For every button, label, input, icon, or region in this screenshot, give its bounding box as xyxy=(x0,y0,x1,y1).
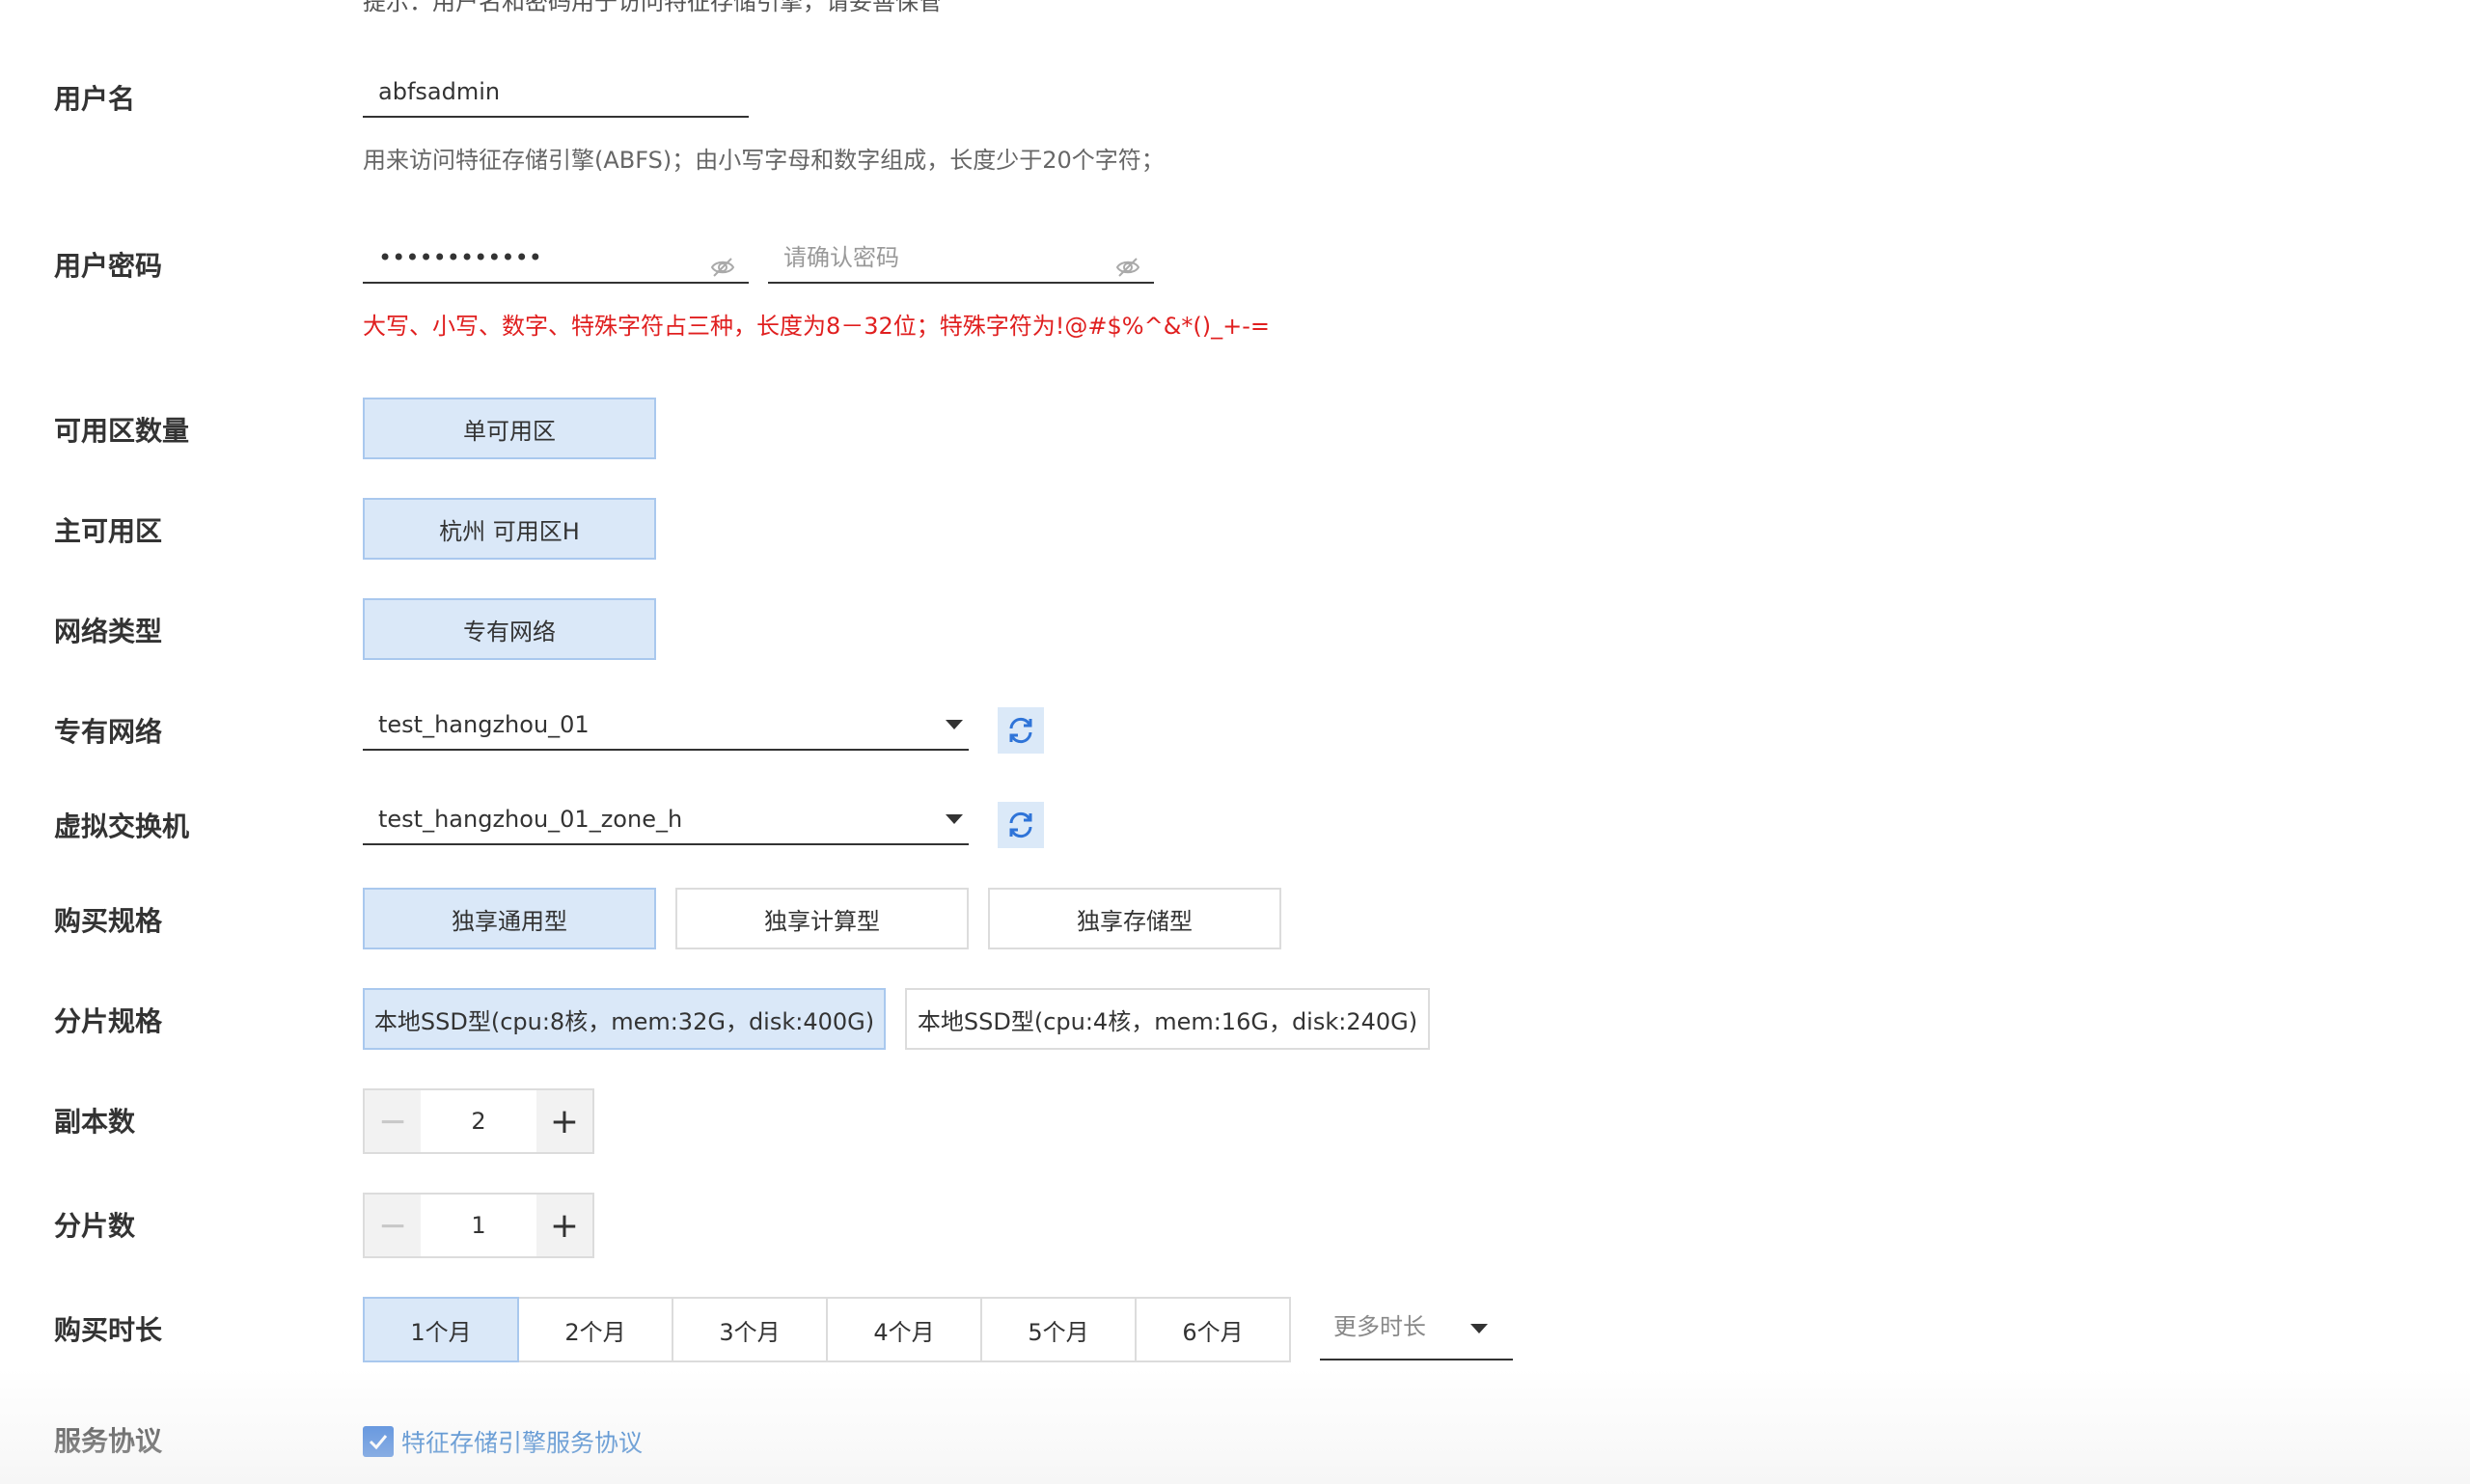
vpc-select[interactable]: test_hangzhou_01 xyxy=(363,701,969,751)
replicas-value[interactable]: 2 xyxy=(421,1090,536,1152)
shard-spec-label: 分片规格 xyxy=(54,1005,163,1037)
purchase-form: 提示：用户名和密码用于访问特征存储引擎，请妥善保管 用户名 abfsadmin … xyxy=(0,0,2470,1484)
duration-option-2[interactable]: 2个月 xyxy=(517,1297,673,1362)
vswitch-refresh-button[interactable] xyxy=(998,802,1044,848)
spec-option-compute[interactable]: 独享计算型 xyxy=(675,888,969,949)
zone-count-label: 可用区数量 xyxy=(54,415,190,447)
username-label: 用户名 xyxy=(54,83,136,115)
replicas-label: 副本数 xyxy=(54,1106,136,1138)
agreement-checkbox[interactable] xyxy=(363,1426,394,1457)
duration-label: 购买时长 xyxy=(54,1314,163,1346)
duration-options: 1个月 2个月 3个月 4个月 5个月 6个月 xyxy=(363,1297,1291,1362)
main-zone-label: 主可用区 xyxy=(54,515,163,547)
shards-value[interactable]: 1 xyxy=(421,1195,536,1256)
minus-button[interactable]: − xyxy=(365,1090,421,1152)
refresh-icon xyxy=(1009,717,1032,744)
duration-option-5[interactable]: 5个月 xyxy=(980,1297,1137,1362)
vpc-label: 专有网络 xyxy=(54,716,163,748)
main-zone-option[interactable]: 杭州 可用区H xyxy=(363,498,656,560)
agreement-row: 特征存储引擎服务协议 xyxy=(363,1424,643,1459)
duration-option-1[interactable]: 1个月 xyxy=(363,1297,519,1362)
more-duration-label: 更多时长 xyxy=(1333,1313,1426,1340)
vpc-value: test_hangzhou_01 xyxy=(378,711,590,738)
refresh-icon xyxy=(1009,811,1032,838)
spec-option-storage[interactable]: 独享存储型 xyxy=(988,888,1281,949)
password-input[interactable]: •••••••••••• xyxy=(363,234,749,284)
spec-label: 购买规格 xyxy=(54,905,163,937)
duration-option-3[interactable]: 3个月 xyxy=(672,1297,828,1362)
shard-spec-option-4c[interactable]: 本地SSD型(cpu:4核，mem:16G，disk:240G) xyxy=(905,988,1430,1050)
more-duration-select[interactable]: 更多时长 xyxy=(1320,1303,1513,1360)
network-type-option[interactable]: 专有网络 xyxy=(363,598,656,660)
chevron-down-icon xyxy=(946,720,963,729)
username-help: 用来访问特征存储引擎(ABFS)；由小写字母和数字组成，长度少于20个字符； xyxy=(363,147,1165,174)
vswitch-value: test_hangzhou_01_zone_h xyxy=(378,806,683,833)
chevron-down-icon xyxy=(1470,1324,1488,1333)
clipped-top-text: 提示：用户名和密码用于访问特征存储引擎，请妥善保管 xyxy=(363,0,942,15)
duration-option-6[interactable]: 6个月 xyxy=(1135,1297,1291,1362)
vswitch-select[interactable]: test_hangzhou_01_zone_h xyxy=(363,795,969,845)
vswitch-label: 虚拟交换机 xyxy=(54,811,190,842)
password-label: 用户密码 xyxy=(54,250,163,282)
eye-icon[interactable] xyxy=(1115,247,1140,277)
confirm-password-placeholder: 请确认密码 xyxy=(783,244,899,271)
shard-spec-option-8c[interactable]: 本地SSD型(cpu:8核，mem:32G，disk:400G) xyxy=(363,988,886,1050)
shards-stepper[interactable]: − 1 + xyxy=(363,1193,594,1258)
network-type-label: 网络类型 xyxy=(54,616,163,647)
plus-button[interactable]: + xyxy=(536,1090,592,1152)
plus-button[interactable]: + xyxy=(536,1195,592,1256)
password-rule-hint: 大写、小写、数字、特殊字符占三种，长度为8－32位；特殊字符为!@#$%^&*(… xyxy=(363,313,1271,340)
username-value: abfsadmin xyxy=(378,78,501,105)
password-value: •••••••••••• xyxy=(378,244,542,271)
shards-label: 分片数 xyxy=(54,1210,136,1242)
confirm-password-input[interactable]: 请确认密码 xyxy=(768,234,1154,284)
agreement-link[interactable]: 特征存储引擎服务协议 xyxy=(401,1424,643,1459)
zone-count-option[interactable]: 单可用区 xyxy=(363,398,656,459)
duration-option-4[interactable]: 4个月 xyxy=(826,1297,982,1362)
agreement-label: 服务协议 xyxy=(54,1425,163,1457)
eye-icon[interactable] xyxy=(710,247,735,277)
checkmark-icon xyxy=(369,1435,388,1450)
minus-button[interactable]: − xyxy=(365,1195,421,1256)
spec-option-general[interactable]: 独享通用型 xyxy=(363,888,656,949)
chevron-down-icon xyxy=(946,814,963,824)
replicas-stepper[interactable]: − 2 + xyxy=(363,1088,594,1154)
vpc-refresh-button[interactable] xyxy=(998,707,1044,754)
username-input[interactable]: abfsadmin xyxy=(363,68,749,118)
